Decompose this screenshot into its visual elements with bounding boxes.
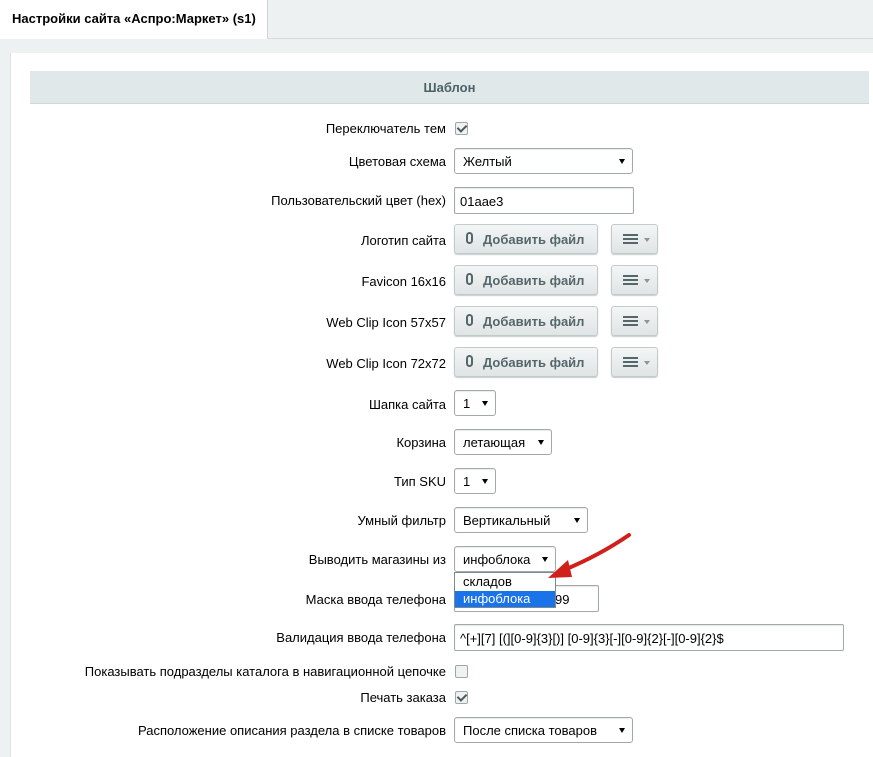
phone-mask-value: 99 bbox=[555, 592, 570, 607]
favicon-add-file-button[interactable]: Добавить файл bbox=[454, 265, 598, 295]
add-file-label: Добавить файл bbox=[483, 273, 585, 288]
arrow-shaft bbox=[562, 533, 631, 572]
add-file-label: Добавить файл bbox=[483, 355, 585, 370]
webclip57-add-file-button[interactable]: Добавить файл bbox=[454, 306, 598, 336]
smart-filter-value: Вертикальный bbox=[463, 513, 551, 528]
webclip72-label: Web Clip Icon 72x72 bbox=[326, 356, 446, 371]
sku-type-label: Тип SKU bbox=[393, 474, 446, 489]
custom-color-label: Пользовательский цвет (hex) bbox=[271, 193, 446, 208]
basket-value: летающая bbox=[463, 435, 526, 450]
chevron-down-icon bbox=[574, 518, 580, 523]
section-desc-position-select[interactable]: После списка товаров bbox=[454, 717, 633, 743]
webclip72-menu-button[interactable] bbox=[611, 347, 658, 377]
chevron-down-icon bbox=[482, 479, 488, 484]
webclip72-add-file-button[interactable]: Добавить файл bbox=[454, 347, 598, 377]
theme-switcher-checkbox[interactable] bbox=[455, 122, 468, 135]
logo-menu-button[interactable] bbox=[611, 224, 658, 254]
hamburger-icon bbox=[623, 316, 638, 326]
stores-source-label: Выводить магазины из bbox=[308, 552, 446, 567]
basket-select[interactable]: летающая bbox=[454, 429, 552, 455]
paperclip-icon bbox=[466, 314, 473, 326]
sku-type-value: 1 bbox=[463, 474, 471, 489]
tab-site-settings[interactable]: Настройки сайта «Аспро:Маркет» (s1) bbox=[0, 0, 268, 39]
section-desc-position-label: Расположение описания раздела в списке т… bbox=[137, 723, 446, 738]
show-subsections-label: Показывать подразделы каталога в навигац… bbox=[84, 664, 446, 679]
tab-bar: Настройки сайта «Аспро:Маркет» (s1) bbox=[0, 0, 873, 39]
arrow-head bbox=[548, 560, 572, 578]
phone-validation-label: Валидация ввода телефона bbox=[276, 630, 446, 645]
custom-color-input[interactable]: 01aae3 bbox=[454, 187, 634, 214]
logo-label: Логотип сайта bbox=[360, 233, 446, 248]
chevron-down-icon bbox=[482, 401, 488, 406]
tab-title: Настройки сайта «Аспро:Маркет» (s1) bbox=[12, 11, 256, 26]
color-scheme-value: Желтый bbox=[463, 154, 512, 169]
webclip57-label: Web Clip Icon 57x57 bbox=[326, 315, 446, 330]
caret-down-icon bbox=[644, 279, 650, 283]
basket-label: Корзина bbox=[396, 435, 446, 450]
chevron-down-icon bbox=[538, 440, 544, 445]
print-order-label: Печать заказа bbox=[360, 690, 446, 705]
color-scheme-select[interactable]: Желтый bbox=[454, 148, 633, 174]
annotation-arrow-icon bbox=[548, 533, 631, 578]
dropdown-option-iblock[interactable]: инфоблока bbox=[455, 591, 555, 607]
color-scheme-label: Цветовая схема bbox=[348, 154, 446, 169]
hamburger-icon bbox=[623, 357, 638, 367]
caret-down-icon bbox=[644, 238, 650, 242]
section-header: Шаблон bbox=[30, 71, 869, 104]
hamburger-icon bbox=[623, 234, 638, 244]
logo-add-file-button[interactable]: Добавить файл bbox=[454, 224, 598, 254]
chevron-down-icon bbox=[619, 728, 625, 733]
header-label: Шапка сайта bbox=[368, 397, 446, 412]
custom-color-value: 01aae3 bbox=[460, 194, 504, 209]
stores-source-value: инфоблока bbox=[463, 552, 531, 567]
section-desc-position-value: После списка товаров bbox=[463, 723, 598, 738]
sku-type-select[interactable]: 1 bbox=[454, 468, 496, 494]
hamburger-icon bbox=[623, 275, 638, 285]
add-file-label: Добавить файл bbox=[483, 232, 585, 247]
caret-down-icon bbox=[644, 361, 650, 365]
header-value: 1 bbox=[463, 396, 471, 411]
webclip57-menu-button[interactable] bbox=[611, 306, 658, 336]
add-file-label: Добавить файл bbox=[483, 314, 585, 329]
phone-validation-value: ^[+][7] [(][0-9]{3}[)] [0-9]{3}[-][0-9]{… bbox=[460, 631, 724, 646]
paperclip-icon bbox=[466, 273, 473, 285]
caret-down-icon bbox=[644, 320, 650, 324]
show-subsections-checkbox[interactable] bbox=[455, 665, 468, 678]
phone-mask-label: Маска ввода телефона bbox=[305, 592, 446, 607]
phone-validation-input[interactable]: ^[+][7] [(][0-9]{3}[)] [0-9]{3}[-][0-9]{… bbox=[454, 624, 844, 651]
favicon-label: Favicon 16x16 bbox=[361, 274, 446, 289]
favicon-menu-button[interactable] bbox=[611, 265, 658, 295]
smart-filter-label: Умный фильтр bbox=[357, 513, 447, 528]
header-select[interactable]: 1 bbox=[454, 390, 496, 416]
print-order-checkbox[interactable] bbox=[455, 691, 468, 704]
chevron-down-icon bbox=[619, 159, 625, 164]
theme-switcher-label: Переключатель тем bbox=[325, 121, 446, 136]
paperclip-icon bbox=[466, 232, 473, 244]
paperclip-icon bbox=[466, 355, 473, 367]
